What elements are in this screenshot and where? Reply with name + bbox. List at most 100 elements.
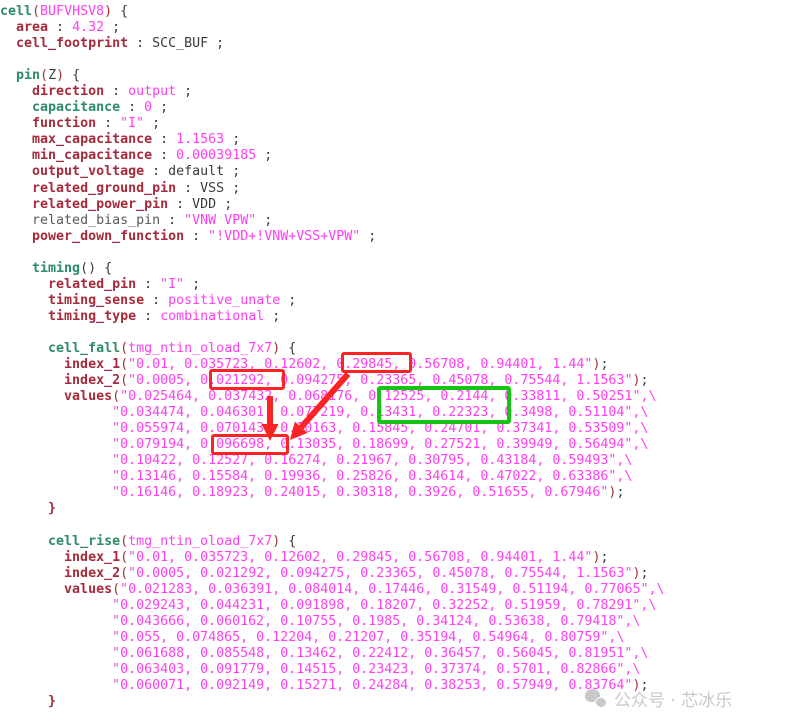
code-token: output_voltage: [32, 164, 145, 180]
code-line: cell_fall(tmg_ntin_oload_7x7) {: [0, 341, 796, 357]
code-token: ;: [616, 485, 625, 501]
code-token: combinational: [160, 308, 265, 324]
code-token: "0.025464, 0.037432, 0.068176, 0.12525, …: [120, 389, 657, 405]
code-token: ): [56, 68, 65, 84]
code-token: }: [48, 694, 57, 710]
code-line: "0.034474, 0.046301, 0.077219, 0.13431, …: [0, 405, 796, 421]
code-line: direction : output ;: [0, 84, 796, 100]
code-token: () {: [80, 260, 113, 276]
code-token: ;: [216, 196, 233, 212]
code-token: :: [184, 228, 209, 244]
code-token: tmg_ntin_oload_7x7: [128, 340, 273, 356]
code-token: :: [136, 308, 161, 324]
code-line: "0.029243, 0.044231, 0.091898, 0.18207, …: [0, 598, 796, 614]
code-token: ;: [104, 20, 121, 36]
code-token: {: [64, 68, 81, 84]
code-token: capacitance: [32, 100, 121, 116]
code-token: positive_unate: [168, 292, 281, 308]
code-token: cell_fall: [48, 340, 121, 356]
code-token: timing: [32, 260, 81, 276]
code-token: 0: [144, 100, 153, 116]
code-token: ;: [640, 373, 649, 389]
code-token: 4.32: [72, 20, 105, 36]
code-token: :: [104, 84, 129, 100]
code-token: "0.01, 0.035723, 0.12602, 0.29845, 0.567…: [128, 357, 593, 373]
code-token: min_capacitance: [32, 148, 153, 164]
code-token: :: [176, 180, 201, 196]
code-token: {: [112, 4, 129, 19]
code-line: index_1("0.01, 0.035723, 0.12602, 0.2984…: [0, 357, 796, 373]
code-line: "0.043666, 0.060162, 0.10755, 0.1985, 0.…: [0, 614, 796, 630]
code-viewer: cell(BUFVHSV8) { area : 4.32 ; cell_foot…: [0, 0, 796, 720]
code-token: ;: [360, 228, 377, 244]
code-line: timing_sense : positive_unate ;: [0, 293, 796, 309]
code-token: {: [280, 340, 297, 356]
code-token: "0.01, 0.035723, 0.12602, 0.29845, 0.567…: [128, 549, 593, 565]
code-token: :: [152, 132, 177, 148]
code-token: "VNW VPW": [184, 212, 257, 228]
code-token: cell_rise: [48, 533, 121, 549]
code-token: "0.10422, 0.12527, 0.16274, 0.21967, 0.3…: [112, 453, 633, 469]
code-token: area: [16, 20, 49, 36]
code-line: function : "I" ;: [0, 116, 796, 132]
code-token: :: [160, 212, 185, 228]
code-token: {: [280, 533, 297, 549]
code-token: :: [96, 116, 121, 132]
code-token: timing_sense: [48, 292, 145, 308]
code-line: "0.055, 0.074865, 0.12204, 0.21207, 0.35…: [0, 630, 796, 646]
code-token: }: [48, 501, 57, 517]
code-token: 1.1563: [176, 132, 225, 148]
code-token: ;: [144, 116, 161, 132]
code-token: default: [168, 164, 225, 180]
code-token: (: [120, 549, 129, 565]
code-token: VSS: [200, 180, 225, 196]
code-line: "0.13146, 0.15584, 0.19936, 0.25826, 0.3…: [0, 469, 796, 485]
code-token: ;: [184, 276, 201, 292]
code-token: output: [128, 84, 177, 100]
code-line: "0.079194, 0.096698, 0.13035, 0.18699, 0…: [0, 437, 796, 453]
code-line: cell_footprint : SCC_BUF ;: [0, 36, 796, 52]
code-token: ;: [640, 677, 649, 693]
code-token: VDD: [192, 196, 217, 212]
code-token: ;: [264, 308, 281, 324]
code-token: "0.055974, 0.070143, 0.10163, 0.15845, 0…: [112, 421, 649, 437]
code-token: ;: [152, 100, 169, 116]
code-token: (: [120, 340, 129, 356]
code-token: values: [64, 581, 113, 597]
code-token: "0.0005, 0.021292, 0.094275, 0.23365, 0.…: [128, 373, 633, 389]
code-token: ;: [224, 132, 241, 148]
code-line: "0.063403, 0.091779, 0.14515, 0.23423, 0…: [0, 662, 796, 678]
code-token: ;: [224, 180, 241, 196]
code-line: timing() {: [0, 261, 796, 277]
code-token: tmg_ntin_oload_7x7: [128, 533, 273, 549]
code-token: "I": [160, 276, 185, 292]
code-token: "0.063403, 0.091779, 0.14515, 0.23423, 0…: [112, 661, 641, 677]
code-token: (: [120, 565, 129, 581]
code-line: }: [0, 694, 796, 710]
code-line: index_1("0.01, 0.035723, 0.12602, 0.2984…: [0, 550, 796, 566]
code-line: min_capacitance : 0.00039185 ;: [0, 148, 796, 164]
code-line: capacitance : 0 ;: [0, 100, 796, 116]
code-line: index_2("0.0005, 0.021292, 0.094275, 0.2…: [0, 373, 796, 389]
code-line: }: [0, 501, 796, 517]
code-token: "!VDD+!VNW+VSS+VPW": [208, 228, 361, 244]
code-line: "0.10422, 0.12527, 0.16274, 0.21967, 0.3…: [0, 453, 796, 469]
code-line: power_down_function : "!VDD+!VNW+VSS+VPW…: [0, 229, 796, 245]
code-token: :: [136, 276, 161, 292]
code-token: pin: [16, 68, 41, 84]
code-token: :: [144, 292, 169, 308]
code-token: (: [120, 373, 129, 389]
code-token: power_down_function: [32, 228, 185, 244]
code-token: timing_type: [48, 308, 137, 324]
code-token: (: [112, 389, 121, 405]
code-token: function: [32, 116, 97, 132]
code-token: related_power_pin: [32, 196, 169, 212]
code-line: pin(Z) {: [0, 68, 796, 84]
code-token: :: [152, 148, 177, 164]
source-code-block[interactable]: cell(BUFVHSV8) { area : 4.32 ; cell_foot…: [0, 0, 796, 710]
code-token: :: [144, 164, 169, 180]
code-line: output_voltage : default ;: [0, 164, 796, 180]
code-token: (: [120, 357, 129, 373]
code-token: direction: [32, 84, 105, 100]
